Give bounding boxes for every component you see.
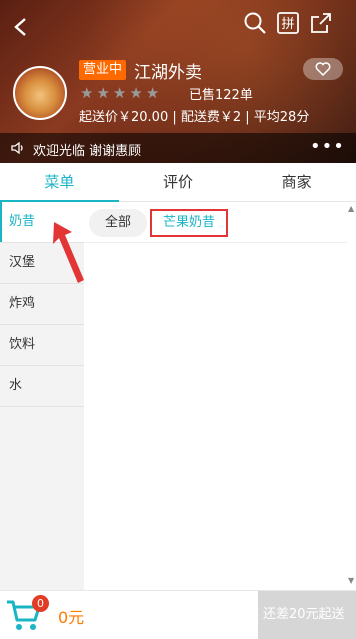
scroll-down-icon[interactable]: ▼ xyxy=(348,576,354,585)
notice-bar[interactable]: 欢迎光临 谢谢惠顾 ••• xyxy=(0,133,356,163)
shop-avatar xyxy=(13,66,67,120)
star-icon: ★ xyxy=(112,84,127,102)
scrollbar[interactable]: ▲ ▼ xyxy=(347,202,356,590)
cart-count-badge: 0 xyxy=(32,595,49,612)
star-icon: ★ xyxy=(96,84,110,102)
delivery-info: 起送价￥20.00 | 配送费￥2 | 平均28分 xyxy=(79,110,310,125)
group-order-icon[interactable]: 拼 xyxy=(276,11,300,35)
more-icon[interactable]: ••• xyxy=(310,136,345,157)
tab-menu[interactable]: 菜单 xyxy=(0,163,119,202)
annotation-arrow-icon xyxy=(53,222,84,283)
tab-merchant[interactable]: 商家 xyxy=(237,163,356,201)
sidebar-item-water[interactable]: 水 xyxy=(0,366,84,407)
star-icon: ★ xyxy=(80,84,94,102)
subcategory-bar: 全部 芒果奶昔 xyxy=(85,202,347,243)
favorite-button[interactable] xyxy=(303,58,343,80)
cart-bar: 0 0元 还差20元起送 xyxy=(0,590,356,639)
speaker-icon xyxy=(11,141,23,155)
sold-count: 已售122单 xyxy=(189,88,253,103)
share-icon[interactable] xyxy=(309,11,333,35)
checkout-button[interactable]: 还差20元起送 xyxy=(258,591,356,639)
cart-total: 0元 xyxy=(58,608,85,627)
rating-stars: ★ ★ ★ ★ ★ xyxy=(80,84,159,102)
subtab-all[interactable]: 全部 xyxy=(89,209,147,237)
search-icon[interactable] xyxy=(243,11,267,35)
tab-bar: 菜单 评价 商家 xyxy=(0,163,356,202)
status-badge: 营业中 xyxy=(79,60,127,80)
heart-icon xyxy=(315,62,331,76)
star-icon: ★ xyxy=(145,84,160,102)
sidebar-item-fried-chicken[interactable]: 炸鸡 xyxy=(0,284,84,325)
sidebar-item-drinks[interactable]: 饮料 xyxy=(0,325,84,366)
shop-header: 拼 营业中 江湖外卖 ★ ★ ★ ★ ★ 已售122单 起送价￥20.00 | … xyxy=(0,0,356,163)
back-arrow-icon[interactable] xyxy=(8,14,34,40)
subtab-mango-milkshake[interactable]: 芒果奶昔 xyxy=(150,209,228,237)
scroll-up-icon[interactable]: ▲ xyxy=(348,204,354,213)
shop-name: 江湖外卖 xyxy=(134,63,202,83)
tab-reviews[interactable]: 评价 xyxy=(119,163,238,201)
svg-text:拼: 拼 xyxy=(281,17,294,32)
star-icon: ★ xyxy=(129,84,143,102)
product-panel: 全部 芒果奶昔 xyxy=(85,202,347,590)
notice-text: 欢迎光临 谢谢惠顾 xyxy=(33,144,142,159)
